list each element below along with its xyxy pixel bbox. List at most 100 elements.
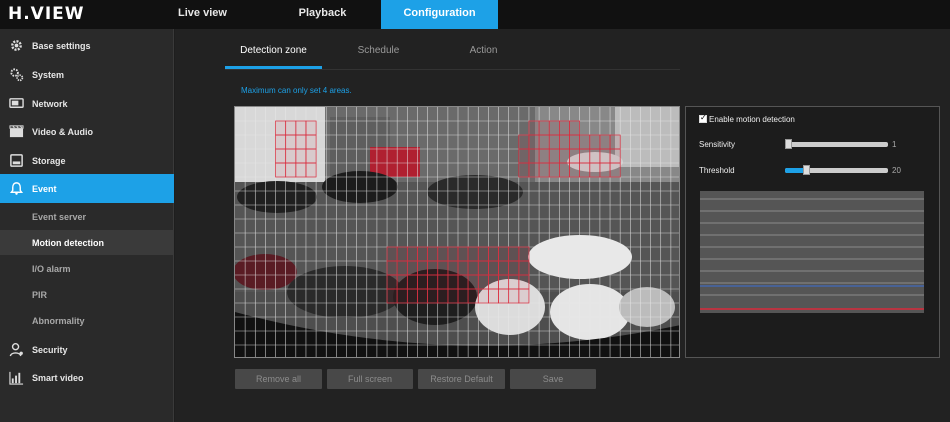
restore-default-button[interactable]: Restore Default [418,369,505,389]
sidebar-sub-io-alarm[interactable]: I/O alarm [0,256,174,281]
zone-cell [285,120,297,136]
remove-all-button[interactable]: Remove all [235,369,322,389]
zone-cell [457,288,469,304]
zone-cell [599,134,611,150]
zone-cell [477,274,489,290]
zone-cell [609,134,621,150]
tab-schedule[interactable]: Schedule [330,45,427,69]
sidebar-item-network[interactable]: Network [0,89,174,118]
video-preview[interactable] [234,106,680,358]
tab-playback[interactable]: Playback [265,0,380,29]
save-button[interactable]: Save [510,369,596,389]
zone-cell [518,288,530,304]
zone-cell [467,274,479,290]
zone-cell [295,120,307,136]
zone-cell [488,274,499,290]
sensitivity-label: Sensitivity [699,140,736,149]
sidebar-sub-pir[interactable]: PIR [0,282,174,307]
zone-cell [477,260,489,276]
zone-cell [386,288,398,304]
zone-cell [396,274,408,290]
sidebar-item-label: Network [32,99,68,109]
tab-divider [225,69,680,70]
zone-cell [427,246,439,262]
sensitivity-value: 1 [892,140,897,149]
zone-cell [488,246,499,262]
zone-cell [508,274,520,290]
motion-level-graph [700,191,924,313]
sidebar-item-video-audio[interactable]: Video & Audio [0,117,174,146]
full-screen-button[interactable]: Full screen [327,369,413,389]
zone-cell [275,134,287,150]
sidebar-item-security[interactable]: Security [0,335,174,364]
sidebar-sub-motion-detection[interactable]: Motion detection [0,230,174,255]
sidebar-item-system[interactable]: System [0,60,174,89]
zone-cell [518,162,530,178]
zone-cell [305,120,317,136]
tab-detection-zone[interactable]: Detection zone [225,45,322,69]
zone-cell [498,246,510,262]
sidebar-item-smart-video[interactable]: Smart video [0,363,174,392]
zone-cell [609,162,621,178]
zone-cell [477,288,489,304]
zone-cell [589,134,601,150]
threshold-handle[interactable] [802,165,810,175]
zone-cell [396,260,408,276]
zone-cell [396,246,408,262]
zone-cell [579,162,591,178]
zone-cell [548,120,560,136]
zone-cell [518,134,530,150]
zone-cell [538,134,550,150]
sidebar-item-base-settings[interactable]: Base settings [0,31,174,60]
motion-settings-panel: Enable motion detection Sensitivity 1 Th… [685,106,940,358]
zone-cell [508,288,520,304]
sidebar-sub-label: Event server [32,212,87,222]
zone-cell [437,246,449,262]
chart-icon [9,371,24,385]
sidebar-item-label: Smart video [32,373,84,383]
zone-cell [538,162,550,178]
camera-scene [235,107,679,357]
gear-icon [11,40,22,51]
zone-cell [477,246,489,262]
zone-cell [417,260,428,276]
threshold-label: Threshold [699,166,735,175]
sidebar-item-event[interactable]: Event [0,174,174,203]
zone-cell [305,134,317,150]
zone-cell [508,246,520,262]
sensitivity-slider[interactable] [785,139,888,149]
bell-icon [9,182,24,195]
sidebar-sub-label: I/O alarm [32,264,71,274]
zone-cell [589,148,601,164]
video-icon [9,125,24,138]
zone-cell [559,120,570,136]
zone-cell [427,260,439,276]
zone-cell [559,148,570,164]
zone-cell [569,120,580,136]
sidebar-item-label: Video & Audio [32,127,94,137]
zone-cell [437,274,449,290]
tab-configuration[interactable]: Configuration [381,0,498,29]
tab-action[interactable]: Action [435,45,532,69]
sensitivity-handle[interactable] [785,139,792,149]
zone-cell [488,288,499,304]
zone-cell [305,162,317,178]
network-icon [9,98,24,108]
tab-live-view[interactable]: Live view [155,0,250,29]
zone-cell [569,162,580,178]
zone-cell [406,274,418,290]
gears-icon [10,68,24,82]
zone-cell [285,148,297,164]
sidebar-sub-event-server[interactable]: Event server [0,204,174,229]
zone-cell [508,260,520,276]
sidebar-item-storage[interactable]: Storage [0,146,174,175]
sidebar-item-label: Security [32,345,68,355]
enable-motion-checkbox[interactable] [699,113,707,123]
sidebar-sub-abnormality[interactable]: Abnormality [0,308,174,333]
zone-cell [285,134,297,150]
threshold-slider[interactable] [785,165,888,175]
zone-cell [498,260,510,276]
zone-cell [528,162,540,178]
zone-cell [417,288,428,304]
zone-cell [417,246,428,262]
